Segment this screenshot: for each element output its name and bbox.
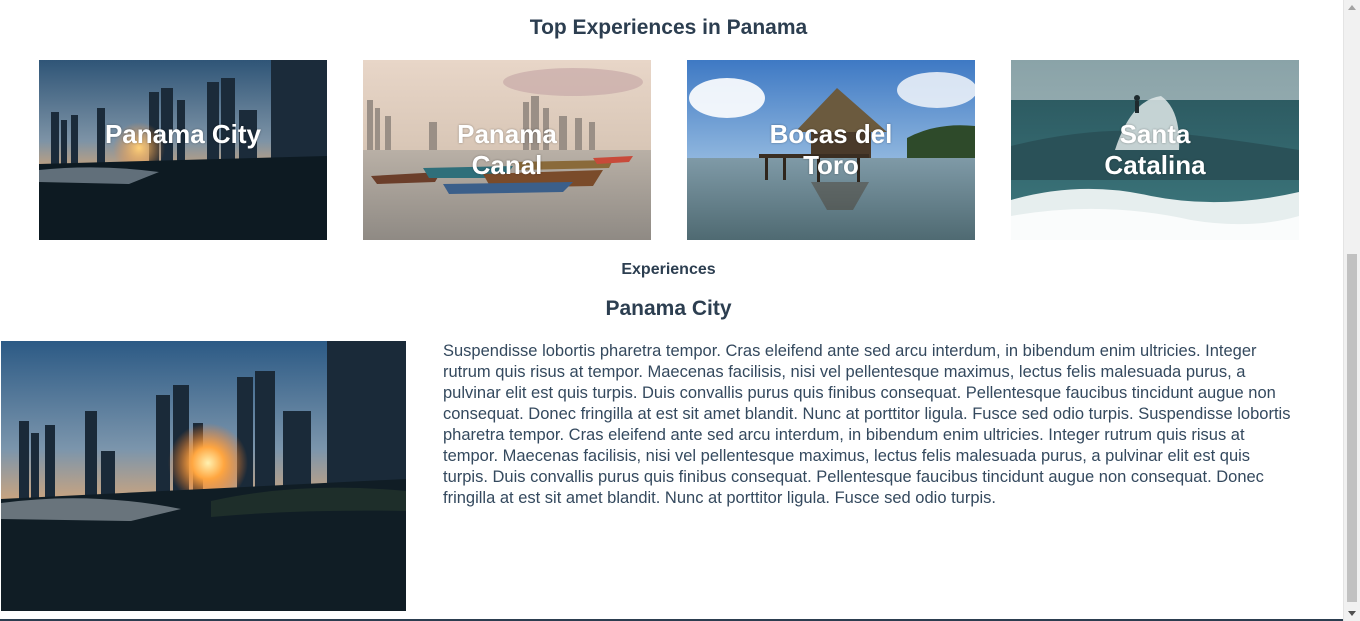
- panama-city-skyline-image: [39, 60, 327, 240]
- detail-description: Suspendisse lobortis pharetra tempor. Cr…: [443, 342, 1291, 507]
- card-santa-catalina[interactable]: Santa Catalina: [1011, 60, 1299, 240]
- experience-cards: Panama City Panama Canal Bocas del Toro …: [39, 60, 1299, 240]
- scrollbar-thumb[interactable]: [1347, 254, 1357, 602]
- vertical-scrollbar[interactable]: [1343, 0, 1360, 621]
- card-label: Panama Canal: [457, 119, 557, 180]
- card-label: Bocas del Toro: [769, 119, 893, 180]
- page: Top Experiences in Panama Panama City Pa…: [0, 0, 1343, 621]
- card-bocas-del-toro[interactable]: Bocas del Toro: [687, 60, 975, 240]
- card-panama-canal[interactable]: Panama Canal: [363, 60, 651, 240]
- detail-image: [1, 341, 406, 611]
- scroll-down-arrow-icon[interactable]: [1348, 611, 1356, 616]
- page-title: Top Experiences in Panama: [529, 16, 808, 39]
- card-panama-city[interactable]: Panama City: [39, 60, 327, 240]
- scroll-up-arrow-icon[interactable]: [1348, 5, 1356, 10]
- card-label: Panama City: [104, 119, 262, 149]
- experiences-section-heading[interactable]: Experiences: [0, 261, 1337, 279]
- panama-city-sunset-image: [1, 341, 406, 611]
- detail-title: Panama City: [605, 297, 732, 320]
- card-label: Santa Catalina: [1104, 119, 1206, 180]
